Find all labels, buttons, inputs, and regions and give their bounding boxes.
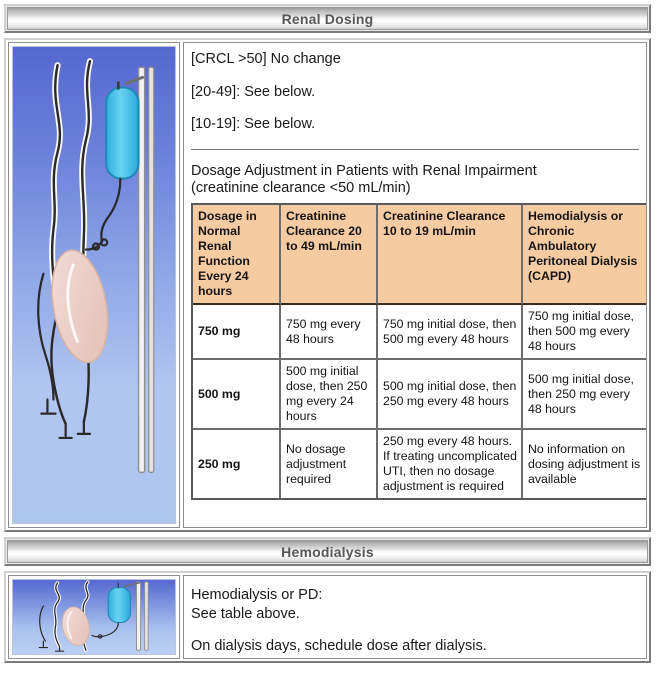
cell-250-crcl-10-19: 250 mg every 48 hours. If treating uncom… [378, 430, 523, 499]
renal-dosing-table: Dosage in Normal Renal Function Every 24… [191, 203, 646, 501]
section-header-renal-dosing: Renal Dosing [4, 4, 651, 33]
renal-dosing-panel: [CRCL >50] No change [20-49]: See below.… [4, 38, 651, 532]
hemodialysis-line-2: See table above. [191, 605, 300, 622]
renal-dosing-body: [CRCL >50] No change [20-49]: See below.… [183, 42, 647, 528]
section-header-hemodialysis-inner: Hemodialysis [7, 540, 648, 563]
column-header-crcl-20-49: Creatinine Clearance 20 to 49 mL/min [281, 205, 378, 306]
section-header-hemodialysis: Hemodialysis [4, 537, 651, 566]
text-spacer [191, 624, 639, 637]
cell-500-crcl-20-49: 500 mg initial dose, then 250 mg every 2… [281, 360, 378, 431]
crcl-line-above-50: [CRCL >50] No change [191, 51, 341, 67]
cell-dose-750: 750 mg [193, 305, 281, 361]
column-header-normal-dose: Dosage in Normal Renal Function Every 24… [193, 205, 281, 306]
dosing-table-caption-line2: (creatinine clearance <50 mL/min) [191, 180, 411, 197]
table-row: 500 mg 500 mg initial dose, then 250 mg … [193, 360, 646, 431]
hemodialysis-line-3: On dialysis days, schedule dose after di… [191, 637, 487, 654]
section-header-renal-dosing-inner: Renal Dosing [7, 7, 648, 30]
dosing-table-caption: Dosage Adjustment in Patients with Renal… [191, 163, 639, 197]
page-title: Renal Dosing [281, 10, 374, 27]
table-row: 250 mg No dosage adjustment required 250… [193, 430, 646, 499]
cell-750-crcl-20-49: 750 mg every 48 hours [281, 305, 378, 361]
crcl-line-10-19: [10-19]: See below. [191, 116, 316, 133]
crcl-line-20-49: [20-49]: See below. [191, 83, 316, 100]
table-header-row: Dosage in Normal Renal Function Every 24… [193, 205, 646, 306]
cell-250-capd: No information on dosing adjustment is a… [528, 441, 641, 486]
dialysis-patient-icon [12, 579, 176, 655]
cell-250-crcl-20-49: No dosage adjustment required [281, 430, 378, 499]
dosing-table-caption-line1: Dosage Adjustment in Patients with Renal… [191, 163, 537, 180]
cell-dose-250: 250 mg [193, 430, 281, 499]
hemodialysis-line-1: Hemodialysis or PD: [191, 587, 323, 603]
column-header-capd: Hemodialysis or Chronic Ambulatory Perit… [523, 205, 646, 306]
cell-500-crcl-10-19: 500 mg initial dose, then 250 mg every 4… [378, 360, 523, 431]
hemodialysis-body: Hemodialysis or PD: See table above. On … [183, 575, 647, 659]
cell-750-crcl-10-19: 750 mg initial dose, then 500 mg every 4… [378, 305, 523, 361]
hemodialysis-title: Hemodialysis [281, 543, 374, 560]
renal-dosing-page: Renal Dosing [CRCL >50] No change [20-49… [0, 0, 657, 693]
hemodialysis-panel: Hemodialysis or PD: See table above. On … [4, 571, 651, 663]
dialysis-patient-icon [12, 46, 176, 524]
table-row: 750 mg 750 mg every 48 hours 750 mg init… [193, 305, 646, 361]
cell-750-capd: 750 mg initial dose, then 500 mg every 4… [523, 305, 646, 361]
column-header-crcl-10-19: Creatinine Clearance 10 to 19 mL/min [378, 205, 523, 306]
content-divider [191, 149, 639, 151]
cell-500-capd: 500 mg initial dose, then 250 mg every 4… [523, 360, 646, 431]
hemodialysis-text: Hemodialysis or PD: See table above. On … [191, 582, 639, 656]
cell-dose-500: 500 mg [193, 360, 281, 431]
renal-illustration-cell [8, 42, 180, 528]
hemodialysis-illustration-cell [8, 575, 180, 659]
